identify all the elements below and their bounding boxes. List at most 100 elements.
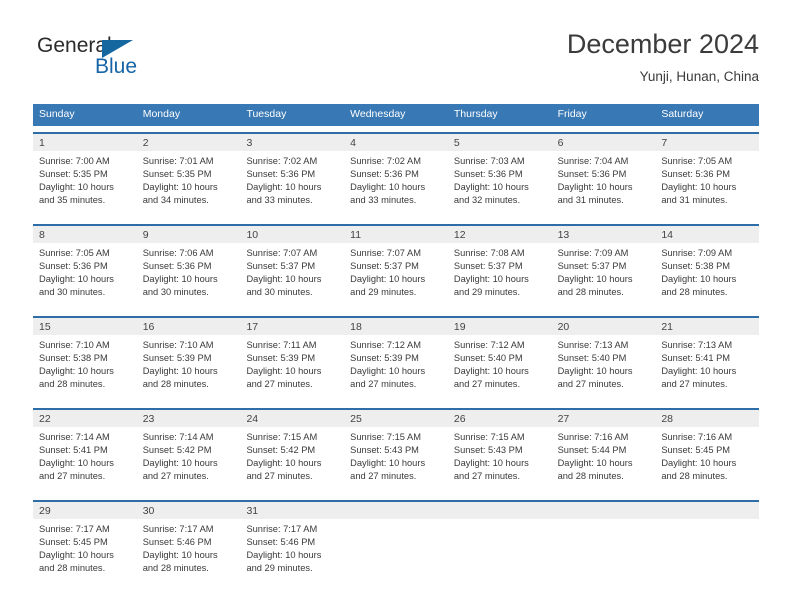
day-number[interactable]: 2 xyxy=(137,134,241,151)
daylight-text: Daylight: 10 hours xyxy=(453,458,529,469)
day-number[interactable]: 27 xyxy=(552,410,656,427)
daylight-text: Daylight: 10 hours xyxy=(142,366,218,377)
day-number[interactable]: 14 xyxy=(655,226,759,243)
logo-text-blue: Blue xyxy=(95,55,138,78)
sunset-text: Sunset: 5:36 PM xyxy=(39,261,108,272)
day-number[interactable]: 5 xyxy=(448,134,552,151)
day-number[interactable]: 19 xyxy=(448,318,552,335)
day-number[interactable]: 22 xyxy=(33,410,137,427)
daylight-text-cont: and 30 minutes. xyxy=(142,287,209,298)
sunset-text: Sunset: 5:37 PM xyxy=(557,261,627,272)
day-number[interactable]: 20 xyxy=(552,318,656,335)
daylight-text-cont: and 28 minutes. xyxy=(39,563,106,574)
day-number[interactable]: 9 xyxy=(137,226,241,243)
day-cell[interactable]: Sunrise: 7:02 AM Sunset: 5:36 PM Dayligh… xyxy=(344,151,448,218)
calendar-page: General Blue December 2024 Yunji, Hunan,… xyxy=(0,0,792,612)
sunrise-text: Sunrise: 7:15 AM xyxy=(350,432,421,442)
day-number[interactable]: 12 xyxy=(448,226,552,243)
day-number-band: 22 23 24 25 26 27 28 xyxy=(33,410,759,427)
day-cell[interactable]: Sunrise: 7:13 AM Sunset: 5:41 PM Dayligh… xyxy=(655,335,759,402)
day-cell[interactable]: Sunrise: 7:14 AM Sunset: 5:41 PM Dayligh… xyxy=(33,427,137,494)
day-cell[interactable]: Sunrise: 7:14 AM Sunset: 5:42 PM Dayligh… xyxy=(137,427,241,494)
daylight-text-cont: and 28 minutes. xyxy=(557,287,624,298)
day-cell[interactable]: Sunrise: 7:09 AM Sunset: 5:38 PM Dayligh… xyxy=(655,243,759,310)
sunrise-text: Sunrise: 7:02 AM xyxy=(350,156,421,166)
day-number[interactable]: 8 xyxy=(33,226,137,243)
day-cell[interactable]: Sunrise: 7:16 AM Sunset: 5:44 PM Dayligh… xyxy=(552,427,656,494)
weekday-header-friday: Friday xyxy=(557,108,587,120)
day-cell[interactable]: Sunrise: 7:02 AM Sunset: 5:36 PM Dayligh… xyxy=(240,151,344,218)
day-cell[interactable]: Sunrise: 7:17 AM Sunset: 5:45 PM Dayligh… xyxy=(33,519,137,586)
daylight-text: Daylight: 10 hours xyxy=(246,182,322,193)
sunset-text: Sunset: 5:45 PM xyxy=(661,445,731,456)
day-number[interactable]: 30 xyxy=(137,502,241,519)
daylight-text-cont: and 33 minutes. xyxy=(350,195,417,206)
day-cell[interactable]: Sunrise: 7:05 AM Sunset: 5:36 PM Dayligh… xyxy=(33,243,137,310)
sunrise-text: Sunrise: 7:00 AM xyxy=(39,156,110,166)
day-number[interactable]: 16 xyxy=(137,318,241,335)
day-cell[interactable]: Sunrise: 7:07 AM Sunset: 5:37 PM Dayligh… xyxy=(344,243,448,310)
day-cell[interactable]: Sunrise: 7:16 AM Sunset: 5:45 PM Dayligh… xyxy=(655,427,759,494)
daylight-text: Daylight: 10 hours xyxy=(557,182,633,193)
day-cell[interactable]: Sunrise: 7:10 AM Sunset: 5:38 PM Dayligh… xyxy=(33,335,137,402)
day-cell[interactable]: Sunrise: 7:07 AM Sunset: 5:37 PM Dayligh… xyxy=(240,243,344,310)
daylight-text: Daylight: 10 hours xyxy=(39,550,114,561)
sunrise-text: Sunrise: 7:09 AM xyxy=(557,248,629,258)
day-number[interactable]: 11 xyxy=(344,226,448,243)
sunset-text: Sunset: 5:36 PM xyxy=(246,169,316,180)
day-number[interactable]: 26 xyxy=(448,410,552,427)
sunset-text: Sunset: 5:36 PM xyxy=(142,261,212,272)
day-cell[interactable]: Sunrise: 7:15 AM Sunset: 5:43 PM Dayligh… xyxy=(344,427,448,494)
day-cell[interactable]: Sunrise: 7:06 AM Sunset: 5:36 PM Dayligh… xyxy=(137,243,241,310)
day-number[interactable]: 10 xyxy=(240,226,344,243)
day-cell[interactable]: Sunrise: 7:00 AM Sunset: 5:35 PM Dayligh… xyxy=(33,151,137,218)
day-number[interactable]: 24 xyxy=(240,410,344,427)
day-cell[interactable]: Sunrise: 7:12 AM Sunset: 5:40 PM Dayligh… xyxy=(448,335,552,402)
day-number[interactable]: 23 xyxy=(137,410,241,427)
sunset-text: Sunset: 5:37 PM xyxy=(350,261,419,272)
daylight-text: Daylight: 10 hours xyxy=(142,274,218,285)
day-cell[interactable]: Sunrise: 7:13 AM Sunset: 5:40 PM Dayligh… xyxy=(552,335,656,402)
daylight-text-cont: and 27 minutes. xyxy=(453,471,521,482)
day-cell[interactable]: Sunrise: 7:15 AM Sunset: 5:42 PM Dayligh… xyxy=(240,427,344,494)
day-number[interactable]: 25 xyxy=(344,410,448,427)
sunrise-text: Sunrise: 7:16 AM xyxy=(557,432,629,442)
day-number[interactable]: 6 xyxy=(552,134,656,151)
day-number[interactable]: 17 xyxy=(240,318,344,335)
day-number[interactable]: 1 xyxy=(33,134,137,151)
weekday-header-wednesday: Wednesday xyxy=(350,108,406,120)
day-number[interactable]: 7 xyxy=(655,134,759,151)
day-cell[interactable]: Sunrise: 7:05 AM Sunset: 5:36 PM Dayligh… xyxy=(655,151,759,218)
daylight-text-cont: and 27 minutes. xyxy=(246,471,313,482)
day-cell[interactable]: Sunrise: 7:17 AM Sunset: 5:46 PM Dayligh… xyxy=(137,519,241,586)
day-number[interactable]: 28 xyxy=(655,410,759,427)
sunset-text: Sunset: 5:46 PM xyxy=(142,537,212,548)
day-cell[interactable]: Sunrise: 7:17 AM Sunset: 5:46 PM Dayligh… xyxy=(240,519,344,586)
day-cell[interactable]: Sunrise: 7:04 AM Sunset: 5:36 PM Dayligh… xyxy=(552,151,656,218)
day-number[interactable]: 3 xyxy=(240,134,344,151)
sunrise-text: Sunrise: 7:14 AM xyxy=(39,432,110,442)
day-cell[interactable]: Sunrise: 7:09 AM Sunset: 5:37 PM Dayligh… xyxy=(552,243,656,310)
day-number[interactable]: 29 xyxy=(33,502,137,519)
day-cell[interactable]: Sunrise: 7:03 AM Sunset: 5:36 PM Dayligh… xyxy=(448,151,552,218)
sunset-text: Sunset: 5:36 PM xyxy=(661,169,731,180)
day-number[interactable]: 21 xyxy=(655,318,759,335)
day-cell[interactable]: Sunrise: 7:12 AM Sunset: 5:39 PM Dayligh… xyxy=(344,335,448,402)
generalblue-logo[interactable]: General Blue xyxy=(33,34,213,88)
week-row: 8 9 10 11 12 13 14 Sunrise: 7:05 AM Suns… xyxy=(33,224,759,310)
sunset-text: Sunset: 5:46 PM xyxy=(246,537,316,548)
day-cell[interactable]: Sunrise: 7:01 AM Sunset: 5:35 PM Dayligh… xyxy=(137,151,241,218)
day-cell[interactable]: Sunrise: 7:15 AM Sunset: 5:43 PM Dayligh… xyxy=(448,427,552,494)
day-number[interactable]: 15 xyxy=(33,318,137,335)
day-number[interactable]: 31 xyxy=(240,502,344,519)
title-block: December 2024 Yunji, Hunan, China xyxy=(567,28,759,87)
day-number[interactable]: 4 xyxy=(344,134,448,151)
sunset-text: Sunset: 5:38 PM xyxy=(661,261,731,272)
day-cell[interactable]: Sunrise: 7:10 AM Sunset: 5:39 PM Dayligh… xyxy=(137,335,241,402)
day-number[interactable]: 18 xyxy=(344,318,448,335)
day-cell[interactable]: Sunrise: 7:11 AM Sunset: 5:39 PM Dayligh… xyxy=(240,335,344,402)
day-number[interactable]: 13 xyxy=(552,226,656,243)
sunset-text: Sunset: 5:36 PM xyxy=(350,169,419,180)
sunrise-text: Sunrise: 7:07 AM xyxy=(246,248,318,258)
day-cell[interactable]: Sunrise: 7:08 AM Sunset: 5:37 PM Dayligh… xyxy=(448,243,552,310)
